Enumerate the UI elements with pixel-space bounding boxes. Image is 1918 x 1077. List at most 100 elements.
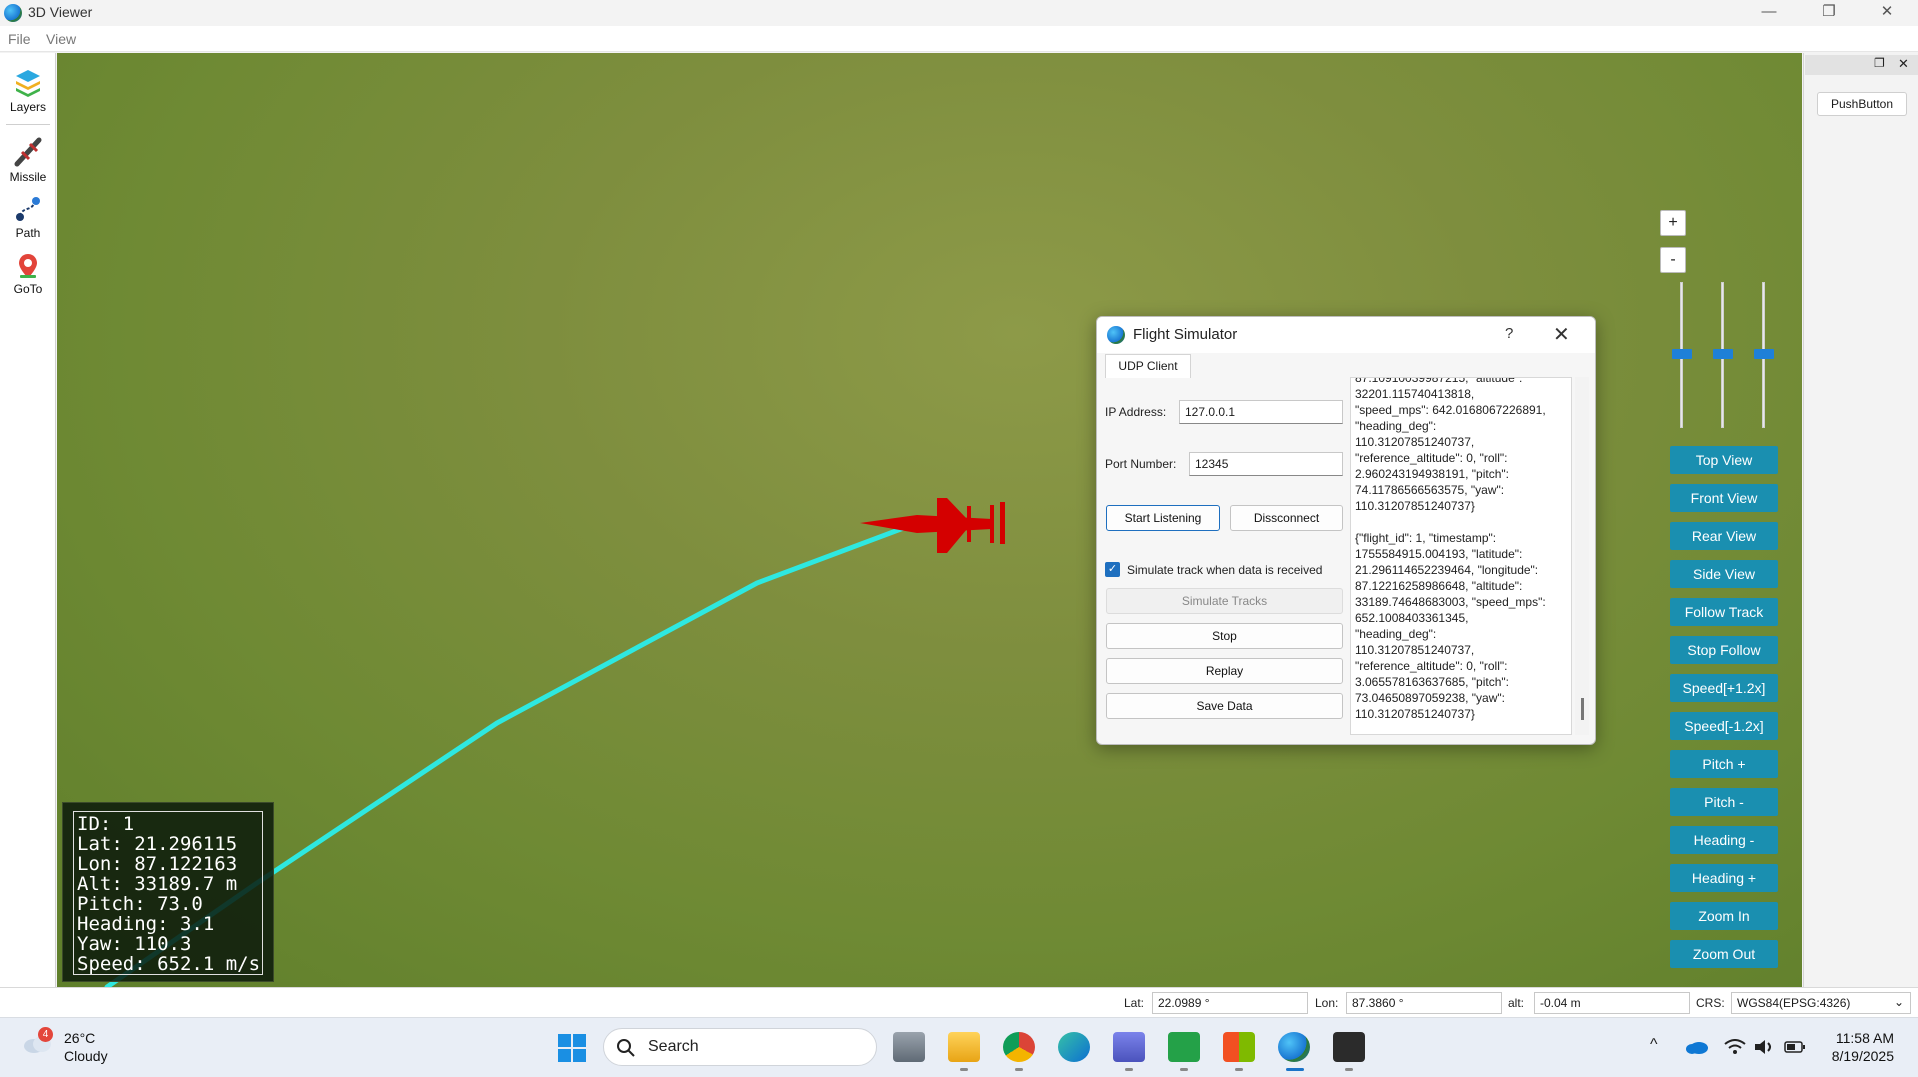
dialog-title: Flight Simulator <box>1133 326 1238 343</box>
hud-id: ID: 1 <box>77 813 135 835</box>
speed-up-button[interactable]: Speed[+1.2x] <box>1670 674 1778 702</box>
layers-label: Layers <box>9 100 47 114</box>
lat-label: Lat: <box>1124 996 1145 1010</box>
zoom-in-button[interactable]: Zoom In <box>1670 902 1778 930</box>
slider-handle-1[interactable] <box>1672 349 1692 359</box>
menu-file[interactable]: File <box>8 31 31 47</box>
taskbar-search-box[interactable] <box>603 1028 877 1066</box>
stop-follow-button[interactable]: Stop Follow <box>1670 636 1778 664</box>
push-button[interactable]: PushButton <box>1817 92 1907 116</box>
qt-creator-icon[interactable] <box>1168 1032 1200 1062</box>
alt-value-field[interactable]: -0.04 m <box>1534 992 1690 1014</box>
hud-yaw: Yaw: 110.3 <box>77 933 192 955</box>
slider-handle-3[interactable] <box>1754 349 1774 359</box>
front-view-button[interactable]: Front View <box>1670 484 1778 512</box>
stop-button[interactable]: Stop <box>1106 623 1343 649</box>
windows-start-icon[interactable] <box>557 1033 587 1063</box>
log-scrollbar[interactable] <box>1575 377 1589 735</box>
chrome-icon[interactable] <box>1003 1032 1035 1062</box>
active-indicator <box>1286 1068 1304 1071</box>
path-label: Path <box>15 226 41 240</box>
simulate-tracks-button[interactable]: Simulate Tracks <box>1106 588 1343 614</box>
top-view-button[interactable]: Top View <box>1670 446 1778 474</box>
path-icon <box>16 197 40 221</box>
hud-lat: Lat: 21.296115 <box>77 833 238 855</box>
ip-address-input[interactable]: 127.0.0.1 <box>1179 400 1343 424</box>
help-button[interactable]: ? <box>1505 325 1513 342</box>
microsoft-store-icon[interactable] <box>1223 1032 1255 1062</box>
volume-icon[interactable] <box>1754 1039 1776 1055</box>
zoom-plus-button[interactable]: + <box>1660 210 1686 236</box>
terminal-icon[interactable] <box>1333 1032 1365 1062</box>
dialog-close-button[interactable]: ✕ <box>1553 322 1570 347</box>
hud-alt: Alt: 33189.7 m <box>77 873 238 895</box>
file-explorer-icon[interactable] <box>948 1032 980 1062</box>
hud-heading: Heading: 3.1 <box>77 913 215 935</box>
globe-app-icon <box>4 4 22 22</box>
weather-description[interactable]: Cloudy <box>64 1048 108 1064</box>
telemetry-hud: ID: 1 Lat: 21.296115 Lon: 87.122163 Alt:… <box>62 802 274 982</box>
battery-icon[interactable] <box>1784 1041 1806 1053</box>
missile-tool-button[interactable]: Missile <box>0 136 56 184</box>
crs-select[interactable]: WGS84(EPSG:4326) ⌄ <box>1731 992 1911 1014</box>
heading-plus-button[interactable]: Heading + <box>1670 864 1778 892</box>
simulate-track-checkbox[interactable]: ✓ <box>1105 562 1120 577</box>
weather-badge: 4 <box>38 1027 53 1042</box>
minimize-button[interactable]: — <box>1740 0 1798 26</box>
task-view-icon[interactable] <box>893 1032 925 1062</box>
path-tool-button[interactable]: Path <box>0 194 56 240</box>
pitch-minus-button[interactable]: Pitch - <box>1670 788 1778 816</box>
slider-handle-2[interactable] <box>1713 349 1733 359</box>
zoom-out-button[interactable]: Zoom Out <box>1670 940 1778 968</box>
port-number-label: Port Number: <box>1105 457 1177 471</box>
speed-down-button[interactable]: Speed[-1.2x] <box>1670 712 1778 740</box>
layers-icon <box>16 70 40 97</box>
right-dock-panel <box>1803 53 1918 987</box>
menu-view[interactable]: View <box>46 31 76 47</box>
teams-icon[interactable] <box>1113 1032 1145 1062</box>
search-icon <box>617 1039 635 1057</box>
rear-view-button[interactable]: Rear View <box>1670 522 1778 550</box>
restore-button[interactable]: ❐ <box>1800 0 1858 26</box>
disconnect-button[interactable]: Dissconnect <box>1230 505 1343 531</box>
save-data-button[interactable]: Save Data <box>1106 693 1343 719</box>
crs-selected-value: WGS84(EPSG:4326) <box>1737 996 1851 1010</box>
replay-button[interactable]: Replay <box>1106 658 1343 684</box>
side-view-button[interactable]: Side View <box>1670 560 1778 588</box>
running-indicator <box>1180 1068 1188 1071</box>
running-indicator <box>960 1068 968 1071</box>
hud-pitch: Pitch: 73.0 <box>77 893 203 915</box>
missile-label: Missile <box>9 170 47 184</box>
dock-float-button[interactable]: ❐ <box>1874 56 1885 70</box>
goto-pin-icon <box>19 254 37 278</box>
dock-close-button[interactable]: ✕ <box>1898 56 1909 72</box>
close-button[interactable]: ✕ <box>1858 0 1916 26</box>
clock-date[interactable]: 8/19/2025 <box>1824 1048 1894 1064</box>
hud-lon: Lon: 87.122163 <box>77 853 238 875</box>
wifi-icon[interactable] <box>1724 1039 1746 1055</box>
follow-track-button[interactable]: Follow Track <box>1670 598 1778 626</box>
pitch-plus-button[interactable]: Pitch + <box>1670 750 1778 778</box>
weather-temperature[interactable]: 26°C <box>64 1030 95 1046</box>
title-bar <box>0 0 1918 26</box>
lat-value-field[interactable]: 22.0989 ° <box>1152 992 1308 1014</box>
divider <box>6 124 50 125</box>
tab-udp-client[interactable]: UDP Client <box>1105 354 1191 378</box>
lon-label: Lon: <box>1315 996 1339 1010</box>
flight-simulator-dialog: Flight Simulator ? ✕ UDP Client IP Addre… <box>1096 316 1596 745</box>
clock-time[interactable]: 11:58 AM <box>1834 1030 1894 1046</box>
zoom-minus-button[interactable]: - <box>1660 247 1686 273</box>
goto-tool-button[interactable]: GoTo <box>0 252 56 296</box>
udp-log-textarea[interactable]: 87.10910039987215, "altitude": 32201.115… <box>1350 377 1572 735</box>
edge-icon[interactable] <box>1058 1032 1090 1062</box>
onedrive-icon[interactable] <box>1685 1040 1709 1054</box>
3d-viewer-taskbar-icon[interactable] <box>1278 1032 1310 1062</box>
menu-bar <box>0 26 1918 52</box>
lon-value-field[interactable]: 87.3860 ° <box>1346 992 1502 1014</box>
port-number-input[interactable]: 12345 <box>1189 452 1343 476</box>
start-listening-button[interactable]: Start Listening <box>1106 505 1220 531</box>
heading-minus-button[interactable]: Heading - <box>1670 826 1778 854</box>
layers-tool-button[interactable]: Layers <box>0 68 56 114</box>
log-scrollbar-thumb[interactable] <box>1581 698 1584 720</box>
tray-overflow-chevron[interactable]: ^ <box>1650 1036 1658 1054</box>
